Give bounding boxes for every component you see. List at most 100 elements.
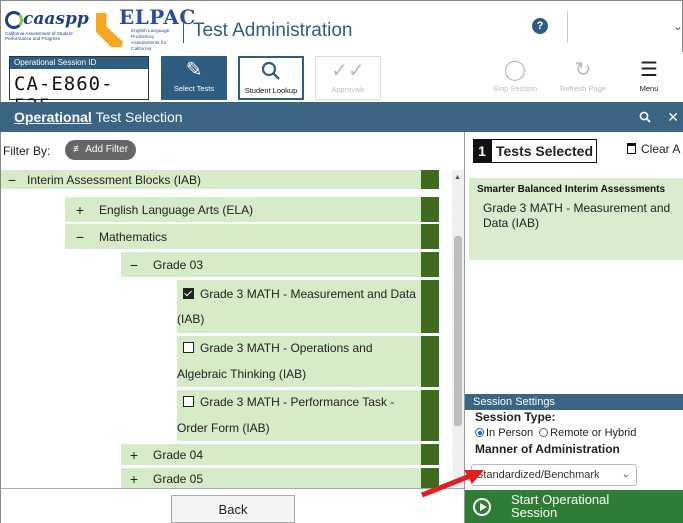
scroll-up-icon[interactable]: ▲ [454,174,461,181]
checkbox-unchecked[interactable] [183,342,194,353]
header-divider [183,11,184,43]
session-type-radios: In Person Remote or Hybrid [465,424,683,442]
in-person-label: In Person [486,427,534,439]
tree-node-label: Grade 04 [153,448,204,462]
tree-node-label: Mathematics [99,230,168,244]
tree-node-grade-04[interactable]: + Grade 04 [121,444,439,466]
remote-label: Remote or Hybrid [550,427,637,439]
caaspp-swirl-icon [5,11,23,29]
add-filter-button[interactable]: ≢ Add Filter [65,140,137,160]
test-label-line1: Grade 3 MATH - Operations and [200,341,373,355]
test-label-line1: Grade 3 MATH - Measurement and Data [200,287,416,301]
chevron-down-icon: ⌄ [621,469,630,480]
tree-node-grade-03[interactable]: − Grade 03 [121,252,439,278]
selected-tests-list: Smarter Balanced Interim Assessments Gra… [469,178,683,260]
test-label-line1: Grade 3 MATH - Performance Task - [200,395,395,409]
search-icon [240,58,302,86]
expand-icon[interactable]: + [69,197,91,223]
toolbar: Operational Session ID CA-E860-535 ✎ Sel… [0,52,683,117]
start-operational-session-button[interactable]: Start Operational Session [465,490,683,523]
clear-all-label: Clear A [641,142,681,156]
approvals-button[interactable]: ✓✓ Approvals [315,56,381,100]
scrollbar-thumb[interactable] [454,236,462,426]
test-label-line2: Algebraic Thinking (IAB) [177,367,307,381]
app-title: Test Administration [193,20,353,41]
student-lookup-button[interactable]: Student Lookup [238,56,304,100]
test-label-line2: (IAB) [177,312,205,326]
tree-node-test-operations[interactable]: Grade 3 MATH - Operations and Algebraic … [177,336,439,388]
caaspp-logo: caaspp California Assessment of Student … [5,7,89,47]
tree-node-bar [421,468,439,488]
elpac-logo-text: ELPAC [119,5,196,29]
stop-session-button[interactable]: ◯ Stop Session [491,56,539,100]
checkmarks-icon: ✓✓ [331,60,365,82]
tree-node-iab[interactable]: − Interim Assessment Blocks (IAB) [1,170,439,190]
stop-session-label: Stop Session [492,84,538,93]
checkbox-checked[interactable] [183,288,194,299]
tree-node-bar [421,280,439,333]
refresh-page-button[interactable]: ↻ Refresh Page [559,56,607,100]
collapse-icon[interactable]: − [123,252,145,278]
tree-node-test-performance-task[interactable]: Grade 3 MATH - Performance Task - Order … [177,390,439,442]
help-icon[interactable]: ? [532,18,548,34]
operational-link[interactable]: Operational [14,109,92,125]
stop-icon: ◯ [503,59,527,81]
approvals-label: Approvals [331,85,365,94]
session-type-label: Session Type: [475,410,556,424]
selected-count-badge: 1 [473,139,491,163]
close-icon[interactable]: ✕ [667,109,679,125]
refresh-icon: ↻ [574,59,592,81]
tests-selected-heading: Tests Selected [491,139,597,163]
menu-label: Menu [639,84,659,93]
expand-icon[interactable]: + [123,468,145,488]
menu-button[interactable]: ☰ Menu [625,56,673,100]
session-id-label: Operational Session ID [10,57,148,69]
manner-of-administration-label: Manner of Administration [475,442,620,456]
pencil-icon: ✎ [185,59,203,81]
select-tests-button[interactable]: ✎ Select Tests [161,56,227,100]
tree-node-grade-05[interactable]: + Grade 05 [121,468,439,488]
test-label-line2: Order Form (IAB) [177,421,270,435]
top-header: caaspp California Assessment of Student … [0,0,683,52]
collapse-icon[interactable]: − [1,170,23,190]
refresh-page-label: Refresh Page [560,84,606,93]
caaspp-logo-subtitle: California Assessment of Student Perform… [5,31,73,41]
tests-selected-panel: 1 Tests Selected Clear A Smarter Balance… [464,132,683,523]
back-bar: Back [0,488,464,523]
tree-node-ela[interactable]: + English Language Arts (ELA) [65,197,439,223]
tree-node-bar [421,224,439,249]
manner-of-administration-select[interactable]: Standardized/Benchmark ⌄ [471,464,637,486]
search-icon[interactable] [639,109,655,125]
tree-node-bar [421,336,439,387]
remote-radio[interactable] [539,428,549,437]
checkbox-unchecked[interactable] [183,396,194,407]
session-settings-header: Session Settings [465,394,683,410]
student-lookup-label: Student Lookup [244,86,298,95]
play-icon [473,498,491,516]
selected-test-item[interactable]: Grade 3 MATH - Measurement and Data (IAB… [477,201,676,231]
session-id-box: Operational Session ID CA-E860-535 [9,56,149,117]
elpac-logo-subtitle: English Language Proficiency Assessments… [131,29,170,52]
page-title-bar: Operational Test Selection ✕ [0,102,683,132]
filter-bar: Filter By: ≢ Add Filter [0,132,464,170]
manner-select-value: Standardized/Benchmark [476,469,600,481]
tree-node-bar [421,170,439,189]
clear-all-button[interactable]: Clear A [627,142,680,156]
tree-node-label: Grade 03 [153,258,204,272]
tree-node-label: English Language Arts (ELA) [99,203,254,217]
tree-scrollbar[interactable]: ▲ [452,170,464,488]
back-button[interactable]: Back [171,495,295,523]
in-person-radio[interactable] [475,428,484,437]
start-button-line2: Session [511,505,558,520]
tree-node-bar [421,390,439,441]
tree-node-mathematics[interactable]: − Mathematics [65,224,439,250]
tree-node-test-measurement-data[interactable]: Grade 3 MATH - Measurement and Data (IAB… [177,280,439,334]
tree-node-label: Interim Assessment Blocks (IAB) [27,173,202,187]
collapse-icon[interactable]: − [69,224,91,250]
page-title: Test Selection [95,109,183,125]
tree-node-bar [421,197,439,222]
elpac-logo: ELPAC English Language Proficiency Asses… [93,5,195,52]
tree-node-label: Grade 05 [153,472,204,486]
chevron-down-icon[interactable]: ⌄ [673,19,683,33]
expand-icon[interactable]: + [123,444,145,466]
